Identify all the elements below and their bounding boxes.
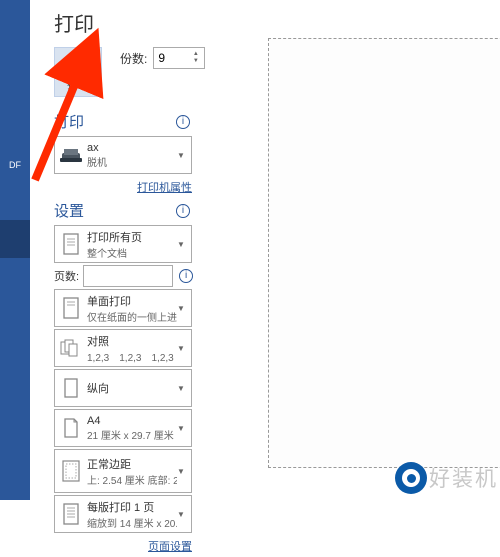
copies-input[interactable]: 9 ▲ ▼ [153, 47, 205, 69]
duplex-title: 单面打印 [87, 293, 177, 309]
settings-section-title: 设置 [54, 200, 84, 221]
spinner-down-icon[interactable]: ▼ [191, 58, 200, 65]
info-icon[interactable]: i [176, 115, 190, 129]
portrait-icon [59, 374, 83, 402]
printer-status: 脱机 [87, 154, 177, 169]
document-icon [59, 230, 83, 258]
printer-section-title: 打印 [54, 111, 84, 132]
margins-dropdown[interactable]: 正常边距 上: 2.54 厘米 底部: 2.54... ▼ [54, 449, 192, 493]
printer-name: ax [87, 142, 177, 154]
collate-title: 对照 [87, 333, 177, 349]
watermark: 好装机 [395, 462, 498, 494]
sidebar-item-active[interactable] [0, 220, 30, 258]
page-range-input[interactable] [83, 265, 173, 287]
page-setup-row: 页面设置 [30, 535, 192, 557]
duplex-sub: 仅在纸面的一侧上进行打印 [87, 309, 177, 324]
main-panel: 打印 打印 份数: 9 ▲ ▼ 打印 i ax 脱机 ▼ [30, 0, 500, 500]
pages-title: 打印所有页 [87, 229, 177, 245]
watermark-text: 好装机 [429, 463, 498, 493]
chevron-down-icon: ▼ [177, 304, 187, 313]
print-preview [268, 38, 500, 468]
sidebar-item[interactable]: DF [0, 150, 30, 180]
watermark-logo-icon [395, 462, 427, 494]
chevron-down-icon: ▼ [177, 344, 187, 353]
pages-dropdown[interactable]: 打印所有页 整个文档 ▼ [54, 225, 192, 263]
pages-sub: 整个文档 [87, 245, 177, 260]
sheets-per-page-icon [59, 500, 83, 528]
printer-device-icon [59, 141, 83, 169]
margins-sub: 上: 2.54 厘米 底部: 2.54... [87, 472, 177, 487]
orientation-title: 纵向 [87, 380, 177, 396]
chevron-down-icon: ▼ [177, 510, 187, 519]
chevron-down-icon: ▼ [177, 467, 187, 476]
print-button-label: 打印 [67, 76, 89, 92]
copies-label: 份数: [120, 50, 147, 67]
page-range-label: 页数: [54, 268, 79, 284]
print-button[interactable]: 打印 [54, 47, 102, 97]
orientation-dropdown[interactable]: 纵向 ▼ [54, 369, 192, 407]
printer-properties-link[interactable]: 打印机属性 [137, 182, 192, 194]
left-sidebar: DF [0, 0, 30, 500]
paper-icon [59, 414, 83, 442]
margins-icon [59, 457, 83, 485]
sheets-title: 每版打印 1 页 [87, 499, 177, 515]
chevron-down-icon: ▼ [177, 240, 187, 249]
collate-sub: 1,2,3 1,2,3 1,2,3 [87, 349, 177, 364]
chevron-down-icon: ▼ [177, 384, 187, 393]
page-title: 打印 [30, 0, 500, 37]
info-icon[interactable]: i [176, 204, 190, 218]
chevron-down-icon: ▼ [177, 151, 187, 160]
paper-title: A4 [87, 415, 177, 427]
collate-icon [59, 334, 83, 362]
duplex-dropdown[interactable]: 单面打印 仅在纸面的一侧上进行打印 ▼ [54, 289, 192, 327]
printer-icon [66, 52, 90, 74]
collate-dropdown[interactable]: 对照 1,2,3 1,2,3 1,2,3 ▼ [54, 329, 192, 367]
paper-sub: 21 厘米 x 29.7 厘米 [87, 427, 177, 442]
copies-spinner: ▲ ▼ [191, 51, 200, 65]
sheets-sub: 缩放到 14 厘米 x 20.3... [87, 515, 177, 530]
single-side-icon [59, 294, 83, 322]
sheets-dropdown[interactable]: 每版打印 1 页 缩放到 14 厘米 x 20.3... ▼ [54, 495, 192, 533]
margins-title: 正常边距 [87, 456, 177, 472]
paper-dropdown[interactable]: A4 21 厘米 x 29.7 厘米 ▼ [54, 409, 192, 447]
printer-dropdown[interactable]: ax 脱机 ▼ [54, 136, 192, 174]
page-setup-link[interactable]: 页面设置 [148, 541, 192, 553]
info-icon[interactable]: i [179, 269, 193, 283]
spinner-up-icon[interactable]: ▲ [191, 51, 200, 58]
copies-control: 份数: 9 ▲ ▼ [120, 47, 205, 69]
printer-props-row: 打印机属性 [30, 176, 192, 198]
copies-value: 9 [158, 51, 165, 65]
chevron-down-icon: ▼ [177, 424, 187, 433]
